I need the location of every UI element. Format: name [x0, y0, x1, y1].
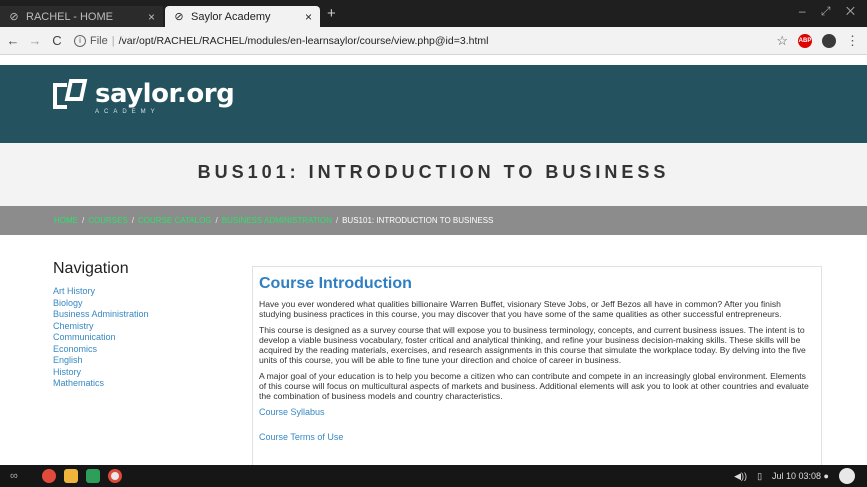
nav-item-economics[interactable]: Economics — [53, 344, 149, 356]
logo-text: saylor.org — [95, 79, 235, 109]
breadcrumb-courses[interactable]: COURSES — [88, 216, 128, 225]
logo-subtitle: ACADEMY — [95, 109, 160, 115]
terminal-icon[interactable] — [86, 469, 100, 483]
tab-title: RACHEL - HOME — [26, 10, 113, 23]
adblock-icon[interactable]: ABP — [798, 34, 812, 48]
intro-paragraph-1: Have you ever wondered what qualities bi… — [259, 299, 782, 319]
app-icon-settings[interactable] — [42, 469, 56, 483]
breadcrumb-separator: / — [131, 216, 135, 225]
os-taskbar: ∞ ◀)) ▯ Jul 10 03:08 ● — [0, 465, 867, 487]
globe-icon: ⊘ — [9, 11, 19, 23]
volume-icon[interactable]: ◀)) — [734, 471, 747, 482]
breadcrumb-current: BUS101: INTRODUCTION TO BUSINESS — [342, 216, 494, 225]
toolbar-actions: ☆ ABP ⋮ — [776, 33, 859, 49]
close-icon[interactable]: × — [305, 10, 312, 24]
url-text[interactable]: /var/opt/RACHEL/RACHEL/modules/en-learns… — [119, 35, 489, 47]
forward-icon[interactable]: → — [26, 33, 44, 48]
back-icon[interactable]: ← — [4, 33, 22, 48]
section-heading: Course Introduction — [259, 275, 412, 292]
battery-icon[interactable]: ▯ — [757, 471, 762, 482]
breadcrumb-home[interactable]: HOME — [54, 216, 78, 225]
browser-tab-strip: ⊘ RACHEL - HOME × ⊘ Saylor Academy × + –… — [0, 0, 867, 27]
breadcrumb: HOME / COURSES / COURSE CATALOG / BUSINE… — [0, 206, 867, 235]
files-icon[interactable] — [64, 469, 78, 483]
tab-saylor-academy[interactable]: ⊘ Saylor Academy × — [165, 6, 320, 27]
breadcrumb-separator: / — [335, 216, 339, 225]
page-viewport: saylor.org ACADEMY BUS101: INTRODUCTION … — [0, 55, 867, 465]
logo-icon — [53, 79, 88, 113]
intro-paragraph-3: A major goal of your education is to hel… — [259, 371, 809, 401]
course-terms-link[interactable]: Course Terms of Use — [259, 432, 813, 442]
breadcrumb-business-administration[interactable]: BUSINESS ADMINISTRATION — [222, 216, 332, 225]
course-introduction-panel: Course Introduction Have you ever wonder… — [252, 266, 822, 465]
launcher-icon[interactable]: ∞ — [10, 470, 34, 482]
intro-paragraph-2: This course is designed as a survey cour… — [259, 325, 806, 365]
breadcrumb-course-catalog[interactable]: COURSE CATALOG — [138, 216, 212, 225]
avatar[interactable] — [839, 468, 855, 484]
new-tab-button[interactable]: + — [327, 5, 336, 22]
star-icon[interactable]: ☆ — [776, 33, 788, 49]
system-tray: ◀)) ▯ Jul 10 03:08 ● — [734, 468, 855, 484]
nav-item-communication[interactable]: Communication — [53, 332, 149, 344]
chrome-icon[interactable] — [108, 469, 122, 483]
nav-item-chemistry[interactable]: Chemistry — [53, 321, 149, 333]
breadcrumb-separator: / — [82, 216, 85, 225]
window-controls[interactable]: – ⤢ ✕ — [799, 4, 861, 19]
browser-toolbar: ← → C i File | /var/opt/RACHEL/RACHEL/mo… — [0, 27, 867, 55]
globe-icon: ⊘ — [174, 11, 184, 23]
nav-item-biology[interactable]: Biology — [53, 298, 149, 310]
nav-item-art-history[interactable]: Art History — [53, 286, 149, 298]
account-icon[interactable] — [822, 34, 836, 48]
course-syllabus-link[interactable]: Course Syllabus — [259, 407, 813, 417]
site-header: saylor.org ACADEMY — [0, 65, 867, 143]
nav-item-mathematics[interactable]: Mathematics — [53, 378, 149, 390]
breadcrumb-separator: / — [215, 216, 218, 225]
navigation-heading: Navigation — [53, 260, 129, 277]
info-icon[interactable]: i — [74, 34, 86, 47]
reload-icon[interactable]: C — [48, 33, 66, 48]
url-scheme-label: File — [90, 34, 108, 47]
page-title: BUS101: INTRODUCTION TO BUSINESS — [197, 162, 670, 182]
address-bar[interactable]: i File | /var/opt/RACHEL/RACHEL/modules/… — [74, 31, 764, 51]
clock[interactable]: Jul 10 03:08 ● — [772, 471, 829, 481]
close-icon[interactable]: × — [148, 10, 155, 24]
url-separator: | — [111, 34, 115, 47]
nav-item-history[interactable]: History — [53, 367, 149, 379]
nav-item-business-administration[interactable]: Business Administration — [53, 309, 149, 321]
site-logo[interactable]: saylor.org — [53, 79, 235, 113]
tab-rachel-home[interactable]: ⊘ RACHEL - HOME × — [0, 6, 163, 27]
nav-item-english[interactable]: English — [53, 355, 149, 367]
navigation-sidebar: Navigation Art History Biology Business … — [53, 260, 149, 390]
tab-title: Saylor Academy — [191, 10, 271, 23]
menu-icon[interactable]: ⋮ — [846, 33, 859, 49]
